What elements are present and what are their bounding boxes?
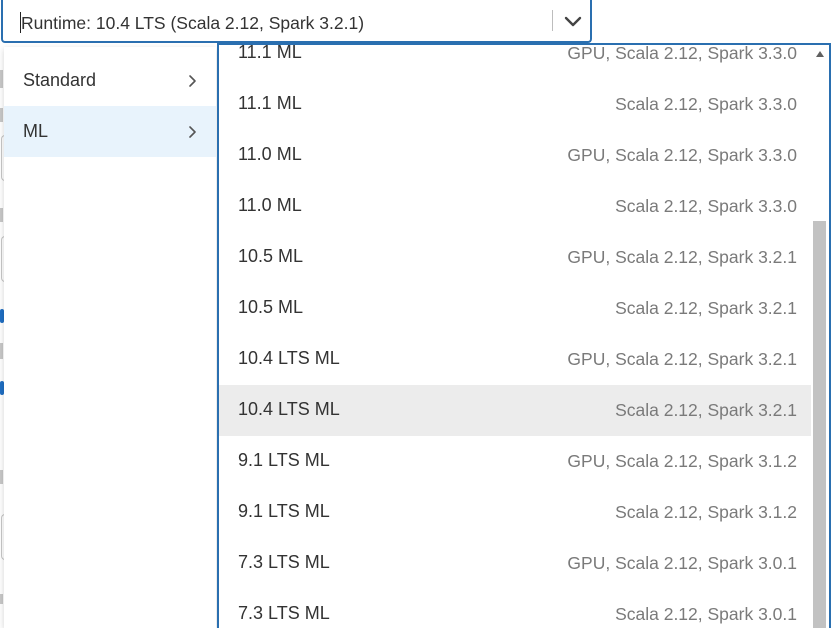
version-name: 9.1 LTS ML	[238, 450, 330, 470]
version-detail: Scala 2.12, Spark 3.3.0	[615, 94, 797, 114]
chevron-right-icon	[187, 74, 199, 88]
runtime-picker-screen: Runtime: 10.4 LTS (Scala 2.12, Spark 3.2…	[0, 0, 834, 628]
scroll-up-arrow-icon[interactable]	[813, 47, 827, 61]
version-option[interactable]: 7.3 LTS ML GPU, Scala 2.12, Spark 3.0.1	[219, 538, 811, 589]
runtime-category-menu: Standard ML	[4, 47, 216, 628]
runtime-select-value: Runtime: 10.4 LTS (Scala 2.12, Spark 3.2…	[21, 13, 365, 33]
chevron-right-icon	[187, 125, 199, 139]
vertical-scrollbar[interactable]	[811, 45, 829, 628]
category-label: ML	[23, 121, 49, 141]
version-detail: Scala 2.12, Spark 3.2.1	[615, 298, 797, 318]
chevron-down-icon[interactable]	[560, 9, 586, 35]
version-option[interactable]: 10.4 LTS ML GPU, Scala 2.12, Spark 3.2.1	[219, 334, 811, 385]
select-divider	[552, 10, 553, 31]
background-fragment	[0, 70, 3, 88]
version-detail: GPU, Scala 2.12, Spark 3.3.0	[567, 43, 797, 63]
category-item-standard[interactable]: Standard	[4, 55, 216, 106]
version-option[interactable]: 9.1 LTS ML Scala 2.12, Spark 3.1.2	[219, 487, 811, 538]
runtime-select[interactable]: Runtime: 10.4 LTS (Scala 2.12, Spark 3.2…	[1, 0, 592, 43]
version-detail: Scala 2.12, Spark 3.1.2	[615, 502, 797, 522]
version-detail: Scala 2.12, Spark 3.0.1	[615, 604, 797, 624]
scrollbar-thumb[interactable]	[813, 221, 826, 628]
version-name: 11.1 ML	[238, 93, 302, 113]
version-name: 7.3 LTS ML	[238, 552, 330, 572]
version-option[interactable]: 11.1 ML Scala 2.12, Spark 3.3.0	[219, 79, 811, 130]
category-item-ml[interactable]: ML	[4, 106, 216, 157]
version-option[interactable]: 10.5 ML Scala 2.12, Spark 3.2.1	[219, 283, 811, 334]
version-detail: Scala 2.12, Spark 3.3.0	[615, 196, 797, 216]
version-option[interactable]: 10.4 LTS ML Scala 2.12, Spark 3.2.1	[219, 385, 811, 436]
version-name: 7.3 LTS ML	[238, 603, 330, 623]
background-fragment	[0, 108, 3, 122]
version-option[interactable]: 10.5 ML GPU, Scala 2.12, Spark 3.2.1	[219, 232, 811, 283]
version-name: 9.1 LTS ML	[238, 501, 330, 521]
version-option-list: 11.1 ML GPU, Scala 2.12, Spark 3.3.0 11.1…	[219, 43, 811, 628]
version-name: 11.1 ML	[238, 43, 302, 62]
background-fragment	[0, 208, 3, 222]
version-option[interactable]: 11.0 ML Scala 2.12, Spark 3.3.0	[219, 181, 811, 232]
background-fragment	[0, 470, 3, 484]
version-name: 10.4 LTS ML	[238, 399, 340, 419]
version-option[interactable]: 9.1 LTS ML GPU, Scala 2.12, Spark 3.1.2	[219, 436, 811, 487]
version-name: 10.5 ML	[238, 297, 304, 317]
version-detail: Scala 2.12, Spark 3.2.1	[615, 400, 797, 420]
background-fragment	[0, 594, 3, 604]
version-option[interactable]: 7.3 LTS ML Scala 2.12, Spark 3.0.1	[219, 589, 811, 628]
version-detail: GPU, Scala 2.12, Spark 3.3.0	[567, 145, 797, 165]
version-detail: GPU, Scala 2.12, Spark 3.2.1	[567, 349, 797, 369]
version-detail: GPU, Scala 2.12, Spark 3.0.1	[567, 553, 797, 573]
runtime-version-listbox[interactable]: 11.1 ML GPU, Scala 2.12, Spark 3.3.0 11.1…	[217, 43, 831, 628]
version-detail: GPU, Scala 2.12, Spark 3.1.2	[567, 451, 797, 471]
version-option[interactable]: 11.1 ML GPU, Scala 2.12, Spark 3.3.0	[219, 43, 811, 79]
background-fragment	[0, 343, 3, 359]
version-detail: GPU, Scala 2.12, Spark 3.2.1	[567, 247, 797, 267]
version-name: 11.0 ML	[238, 144, 302, 164]
version-name: 10.5 ML	[238, 246, 304, 266]
version-name: 10.4 LTS ML	[238, 348, 340, 368]
category-label: Standard	[23, 70, 97, 90]
version-name: 11.0 ML	[238, 195, 302, 215]
version-option[interactable]: 11.0 ML GPU, Scala 2.12, Spark 3.3.0	[219, 130, 811, 181]
